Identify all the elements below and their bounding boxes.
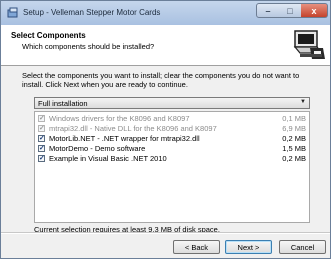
close-icon: x	[311, 5, 317, 16]
window-title: Setup - Velleman Stepper Motor Cards	[23, 8, 161, 17]
checkbox[interactable]: ✓	[38, 145, 45, 152]
instructions-text: Select the components you want to instal…	[22, 71, 300, 89]
installer-computer-icon	[293, 30, 325, 59]
list-item[interactable]: ✓ MotorDemo - Demo software 1,5 MB	[38, 144, 306, 154]
maximize-icon: □	[287, 5, 293, 16]
page-title: Select Components	[11, 31, 86, 40]
component-size: 0,2 MB	[282, 154, 306, 163]
component-size: 1,5 MB	[282, 144, 306, 153]
close-button[interactable]: x	[301, 3, 328, 18]
title-bar[interactable]: Setup - Velleman Stepper Motor Cards – □…	[1, 1, 330, 25]
components-list: ✓ Windows drivers for the K8096 and K809…	[34, 111, 310, 223]
cancel-button[interactable]: Cancel	[279, 240, 326, 254]
component-label[interactable]: MotorLib.NET - .NET wrapper for mtrapi32…	[49, 134, 200, 143]
list-item[interactable]: ✓ Example in Visual Basic .NET 2010 0,2 …	[38, 154, 306, 164]
divider	[1, 232, 330, 234]
minimize-icon: –	[265, 5, 271, 16]
list-item: ✓ Windows drivers for the K8096 and K809…	[38, 114, 306, 124]
maximize-button[interactable]: □	[279, 3, 302, 18]
wizard-header: Select Components Which components shoul…	[1, 25, 330, 66]
checkbox[interactable]: ✓	[38, 155, 45, 162]
component-label[interactable]: MotorDemo - Demo software	[49, 144, 145, 153]
back-button[interactable]: < Back	[173, 240, 220, 254]
component-size: 0,1 MB	[282, 114, 306, 123]
component-size: 0,2 MB	[282, 134, 306, 143]
page-subtitle: Which components should be installed?	[22, 42, 155, 51]
setup-app-icon	[7, 7, 18, 18]
chevron-down-icon: ▼	[300, 99, 306, 105]
checkbox: ✓	[38, 125, 45, 132]
list-item: ✓ mtrapi32.dll - Native DLL for the K809…	[38, 124, 306, 134]
next-button[interactable]: Next >	[225, 240, 272, 254]
checkbox: ✓	[38, 115, 45, 122]
installation-type-dropdown[interactable]: Full installation ▼	[34, 97, 310, 109]
component-size: 6,9 MB	[282, 124, 306, 133]
list-item[interactable]: ✓ MotorLib.NET - .NET wrapper for mtrapi…	[38, 134, 306, 144]
component-label[interactable]: Example in Visual Basic .NET 2010	[49, 154, 167, 163]
setup-window: Setup - Velleman Stepper Motor Cards – □…	[0, 0, 331, 259]
minimize-button[interactable]: –	[256, 3, 280, 18]
checkbox[interactable]: ✓	[38, 135, 45, 142]
component-label: Windows drivers for the K8096 and K8097	[49, 114, 190, 123]
component-label: mtrapi32.dll - Native DLL for the K8096 …	[49, 124, 217, 133]
installation-type-value: Full installation	[38, 99, 88, 108]
